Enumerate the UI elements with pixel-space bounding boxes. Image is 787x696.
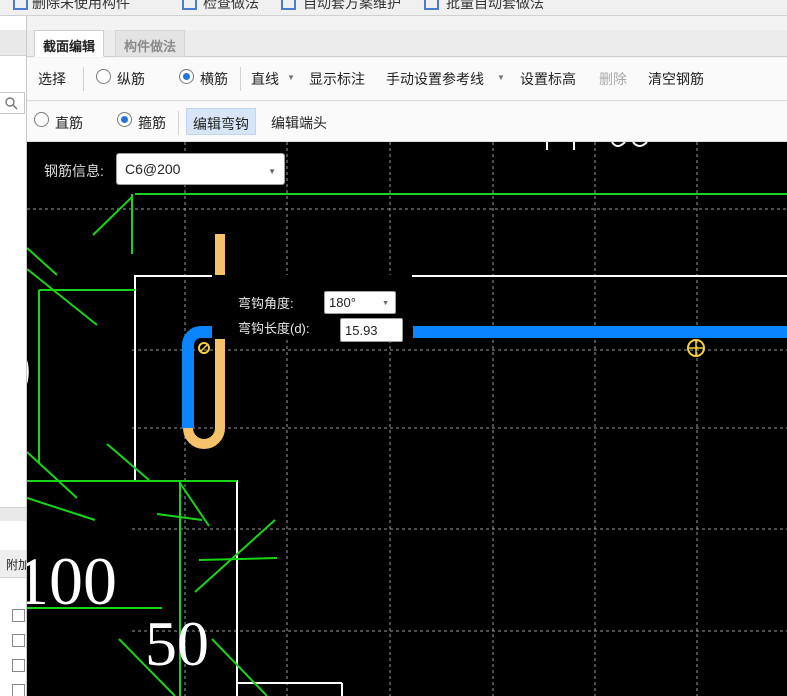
toolbar-separator <box>240 67 241 91</box>
set-elevation-button[interactable]: 设置标高 <box>520 69 576 89</box>
row-checkbox[interactable] <box>12 684 25 696</box>
section-outline <box>134 275 787 696</box>
chevron-down-icon[interactable]: ▼ <box>382 300 389 307</box>
delete-button[interactable]: 删除 <box>599 69 627 89</box>
rebar-info-value: C6@200 <box>125 161 181 177</box>
transverse-radio[interactable] <box>179 69 194 84</box>
toolbar-separator <box>178 111 179 135</box>
delete-unused-components-button[interactable]: 删除未使用构件 <box>32 0 130 13</box>
batch-auto-method-button[interactable]: 批量自动套做法 <box>446 0 544 13</box>
hook-angle-value: 180° <box>329 295 356 310</box>
chevron-down-icon[interactable]: ▼ <box>287 73 295 82</box>
left-side-panel: 附加 <box>0 16 27 696</box>
search-icon <box>5 97 18 110</box>
auto-plan-icon[interactable] <box>281 0 296 10</box>
row-checkbox[interactable] <box>12 659 25 672</box>
stirrup-label[interactable]: 箍筋 <box>138 113 166 133</box>
check-method-icon[interactable] <box>182 0 197 10</box>
dimension-text-100: 100 <box>27 543 117 619</box>
left-panel-divider <box>0 507 26 521</box>
rebar-info-label: 钢筋信息: <box>44 163 104 179</box>
longitudinal-label[interactable]: 纵筋 <box>117 69 145 89</box>
dimension-text-50: 50 <box>145 608 209 679</box>
row-checkbox[interactable] <box>12 609 25 622</box>
row-checkbox[interactable] <box>12 634 25 647</box>
partial-dimension-text <box>546 142 648 150</box>
manual-reference-line-dropdown[interactable]: 手动设置参考线 <box>386 69 484 89</box>
shape-toolbar: 直筋 箍筋 编辑弯钩 编辑端头 <box>27 102 787 142</box>
edit-end-button[interactable]: 编辑端头 <box>271 113 327 133</box>
tab-component-method[interactable]: 构件做法 <box>115 30 186 57</box>
line-mode-dropdown[interactable]: 直线 <box>251 69 279 89</box>
dimension-text-partial: 0 <box>27 338 31 407</box>
straight-rebar-label[interactable]: 直筋 <box>55 113 83 133</box>
editor-tab-bar: 截面编辑 构件做法 <box>27 30 787 57</box>
show-label-button[interactable]: 显示标注 <box>309 69 365 89</box>
chevron-down-icon[interactable]: ▼ <box>497 73 505 82</box>
check-method-button[interactable]: 检查做法 <box>203 0 259 13</box>
component-search-input[interactable] <box>0 92 25 114</box>
left-panel-header <box>0 30 26 56</box>
longitudinal-radio[interactable] <box>96 69 111 84</box>
hook-length-input[interactable]: 15.93 <box>340 318 403 342</box>
top-toolbar-strip: 删除未使用构件 检查做法 自动套方案维护 批量自动套做法 <box>0 0 787 16</box>
hook-angle-dropdown[interactable]: 180° ▼ <box>324 291 396 314</box>
auto-plan-maintenance-button[interactable]: 自动套方案维护 <box>303 0 401 13</box>
delete-unused-icon[interactable] <box>13 0 28 10</box>
attribute-column-header: 附加 <box>0 550 26 578</box>
straight-rebar-radio[interactable] <box>34 112 49 127</box>
tab-section-edit[interactable]: 截面编辑 <box>34 30 105 57</box>
rebar-info-dropdown[interactable]: C6@200 ▼ <box>116 153 285 185</box>
batch-auto-icon[interactable] <box>424 0 439 10</box>
edit-hook-button[interactable]: 编辑弯钩 <box>186 108 256 135</box>
hook-editor-panel: 弯钩角度: 180° ▼ 弯钩长度(d): 15.93 <box>212 275 412 342</box>
chevron-down-icon[interactable]: ▼ <box>268 167 276 176</box>
toolbar-separator <box>83 67 84 91</box>
reference-grid <box>27 142 787 696</box>
select-button[interactable]: 选择 <box>38 69 66 89</box>
transverse-label[interactable]: 横筋 <box>200 69 228 89</box>
hook-angle-label: 弯钩角度: <box>238 296 294 311</box>
rebar-toolbar: 选择 纵筋 横筋 直线 ▼ 显示标注 手动设置参考线 ▼ 设置标高 删除 清空钢… <box>27 58 787 101</box>
hook-length-label: 弯钩长度(d): <box>238 321 310 336</box>
grip-point[interactable] <box>687 339 705 357</box>
dimension-lines <box>27 193 787 696</box>
section-drawing-canvas[interactable]: 钢筋信息: C6@200 ▼ 弯钩角度: 180° ▼ 弯钩长度(d): 15.… <box>27 142 787 696</box>
clear-rebar-button[interactable]: 清空钢筋 <box>648 69 704 89</box>
grip-point[interactable] <box>198 342 210 354</box>
stirrup-radio[interactable] <box>117 112 132 127</box>
drawing-layer[interactable] <box>27 142 787 696</box>
